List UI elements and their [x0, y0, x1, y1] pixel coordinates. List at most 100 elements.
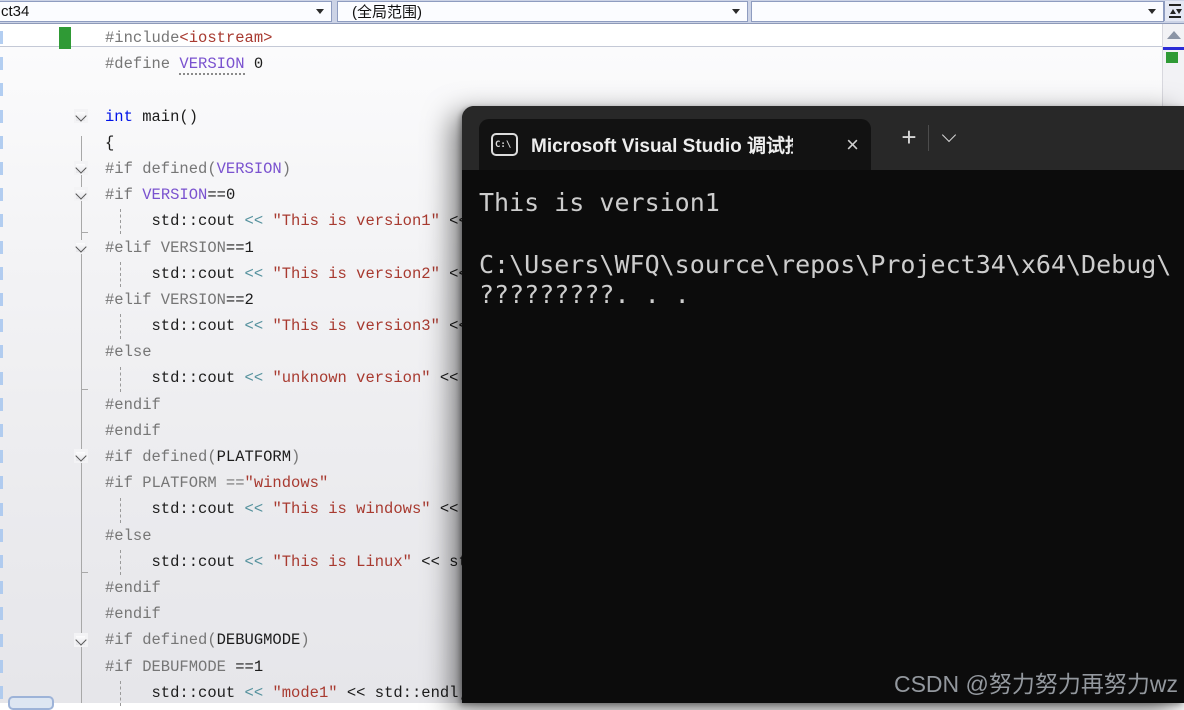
line-number-edge-mark — [0, 607, 3, 620]
fold-chevron-icon[interactable] — [76, 112, 85, 121]
code-token: PLATFORM — [217, 448, 291, 466]
code-token: << — [245, 317, 273, 335]
scrollbar-caret-marker — [1163, 47, 1184, 50]
chevron-down-icon — [732, 9, 740, 14]
fold-chevron-icon[interactable] — [76, 636, 85, 645]
code-token: << — [245, 684, 273, 702]
code-token: << — [245, 212, 273, 230]
code-token: ==0 — [207, 186, 235, 204]
line-number-edge-mark — [0, 634, 3, 647]
code-line[interactable]: #include<iostream> — [0, 25, 1184, 51]
code-token: std::cout — [105, 317, 245, 335]
chevron-down-icon — [316, 9, 324, 14]
line-number-edge-mark — [0, 319, 3, 332]
split-window-button[interactable] — [1164, 1, 1184, 21]
member-dropdown[interactable] — [751, 1, 1164, 22]
line-number-edge-mark — [0, 503, 3, 516]
debug-console-window[interactable]: C:\ Microsoft Visual Studio 调试控 × + This… — [462, 106, 1184, 703]
scrollbar-change-marker — [1166, 52, 1178, 63]
code-token: #endif — [105, 396, 161, 414]
code-token: #if defined( — [105, 448, 217, 466]
line-number-edge-mark — [0, 660, 3, 673]
cmd-prompt-icon: C:\ — [491, 133, 518, 156]
line-number-edge-mark — [0, 110, 3, 123]
split-window-icon — [1169, 4, 1181, 18]
code-token: ″mode1″ — [272, 684, 337, 702]
code-line[interactable] — [0, 77, 1184, 103]
line-number-edge-mark — [0, 372, 3, 385]
code-token: ″This is Linux″ — [272, 553, 412, 571]
code-token: << — [245, 500, 273, 518]
terminal-tab[interactable]: C:\ Microsoft Visual Studio 调试控 × — [479, 119, 871, 170]
tab-dropdown-button[interactable] — [944, 130, 956, 142]
code-token: VERSION — [179, 55, 244, 75]
indent-guide-dashed — [120, 681, 122, 706]
line-number-edge-mark — [0, 345, 3, 358]
code-token: DEBUGMODE — [217, 631, 301, 649]
terminal-output[interactable]: This is version1 C:\Users\WFQ\source\rep… — [462, 170, 1184, 311]
code-token: #endif — [105, 605, 161, 623]
code-token: #if PLATFORM == — [105, 474, 245, 492]
code-token: ) — [282, 160, 291, 178]
line-number-edge-mark — [0, 581, 3, 594]
code-token: << — [245, 553, 273, 571]
code-token: int — [105, 108, 133, 126]
fold-chevron-icon[interactable] — [76, 243, 85, 252]
line-number-edge-mark — [0, 57, 3, 70]
indent-guide-dashed — [120, 314, 122, 339]
fold-chevron-icon[interactable] — [76, 164, 85, 173]
project-dropdown[interactable]: ct34 — [0, 1, 332, 22]
line-number-edge-mark — [0, 555, 3, 568]
code-token: ″This is version1″ — [272, 212, 439, 230]
new-tab-button[interactable]: + — [892, 120, 926, 156]
code-token: ″This is version3″ — [272, 317, 439, 335]
code-token: ==1 — [226, 239, 254, 257]
code-token: 0 — [245, 55, 264, 73]
fold-chevron-icon[interactable] — [76, 452, 85, 461]
code-token: << — [245, 369, 273, 387]
line-number-edge-mark — [0, 476, 3, 489]
code-token: #else — [105, 527, 152, 545]
watermark-text: CSDN @努力努力再努力wz — [894, 665, 1178, 699]
code-token: << std::endl; — [338, 684, 468, 702]
code-token: std::cout — [105, 212, 245, 230]
code-token: #include — [105, 29, 179, 47]
code-token: #if defined( — [105, 631, 217, 649]
code-token: #endif — [105, 579, 161, 597]
indent-guide-dashed — [120, 209, 122, 234]
line-number-edge-mark — [0, 83, 3, 96]
code-token: ″windows″ — [245, 474, 329, 492]
code-token: VERSION — [217, 160, 282, 178]
indent-guide-dashed — [120, 367, 122, 392]
code-token: ==1 — [235, 658, 263, 676]
line-number-edge-mark — [0, 136, 3, 149]
code-token: std::cout — [105, 553, 245, 571]
code-token: main() — [133, 108, 198, 126]
code-token: ==2 — [226, 291, 254, 309]
scope-dropdown-value: (全局范围) — [338, 1, 422, 22]
close-tab-icon[interactable]: × — [846, 134, 859, 156]
code-line[interactable]: #define VERSION 0 — [0, 51, 1184, 77]
chevron-down-icon — [1148, 9, 1156, 14]
line-number-edge-mark — [0, 267, 3, 280]
titlebar-divider — [928, 125, 929, 151]
terminal-line — [479, 219, 1184, 250]
project-dropdown-value: ct34 — [0, 3, 29, 20]
line-number-edge-mark — [0, 31, 3, 44]
scroll-up-icon[interactable] — [1167, 31, 1181, 39]
indent-guide-dashed — [120, 550, 122, 575]
code-token: std::cout — [105, 369, 245, 387]
code-token: #if defined( — [105, 160, 217, 178]
line-number-edge-mark — [0, 241, 3, 254]
code-token: ″This is windows″ — [272, 500, 430, 518]
editor-scrollbar[interactable] — [1162, 23, 1184, 115]
scope-dropdown[interactable]: (全局范围) — [337, 1, 748, 22]
line-number-edge-mark — [0, 162, 3, 175]
terminal-line: ?????????. . . — [479, 280, 1184, 311]
code-token: #else — [105, 343, 152, 361]
fold-chevron-icon[interactable] — [76, 190, 85, 199]
line-number-edge-mark — [0, 450, 3, 463]
code-token: ″This is version2″ — [272, 265, 439, 283]
line-number-edge-mark — [0, 529, 3, 542]
code-token: ) — [291, 448, 300, 466]
